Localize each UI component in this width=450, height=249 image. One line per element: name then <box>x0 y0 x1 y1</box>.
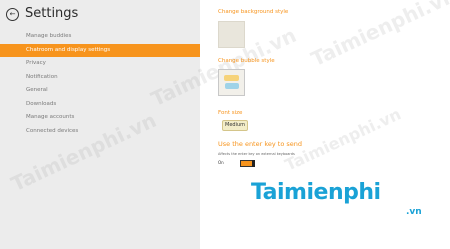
toggle-thumb <box>252 160 255 167</box>
page-title: Settings <box>25 6 79 21</box>
background-style-label: Change background style <box>218 9 289 15</box>
enter-key-toggle[interactable] <box>240 160 255 167</box>
bubble-style-label: Change bubble style <box>218 58 275 64</box>
enter-key-title: Use the enter key to send <box>218 140 303 148</box>
arrow-left-icon: ← <box>9 10 16 18</box>
sidebar: ← Settings Manage buddies Chatroom and d… <box>0 0 200 249</box>
font-size-label: Font size <box>218 110 243 116</box>
bubble-preview-icon <box>224 75 239 81</box>
background-style-swatch[interactable] <box>218 21 245 48</box>
taimienphi-logo-tld: .vn <box>406 207 422 217</box>
bubble-preview-icon <box>225 83 239 89</box>
bubble-style-swatch[interactable] <box>218 69 245 96</box>
sidebar-item-chatroom-display[interactable]: Chatroom and display settings <box>0 43 200 57</box>
back-button[interactable]: ← <box>6 8 19 21</box>
sidebar-item-privacy[interactable]: Privacy <box>0 57 200 71</box>
sidebar-item-manage-buddies[interactable]: Manage buddies <box>0 30 200 44</box>
enter-key-state: On <box>218 160 224 165</box>
enter-key-description: Affects the enter key on external keyboa… <box>218 152 295 156</box>
font-size-select[interactable]: Medium <box>222 120 248 131</box>
taimienphi-logo: Taimienphi <box>251 180 381 205</box>
sidebar-item-manage-accounts[interactable]: Manage accounts <box>0 111 200 125</box>
